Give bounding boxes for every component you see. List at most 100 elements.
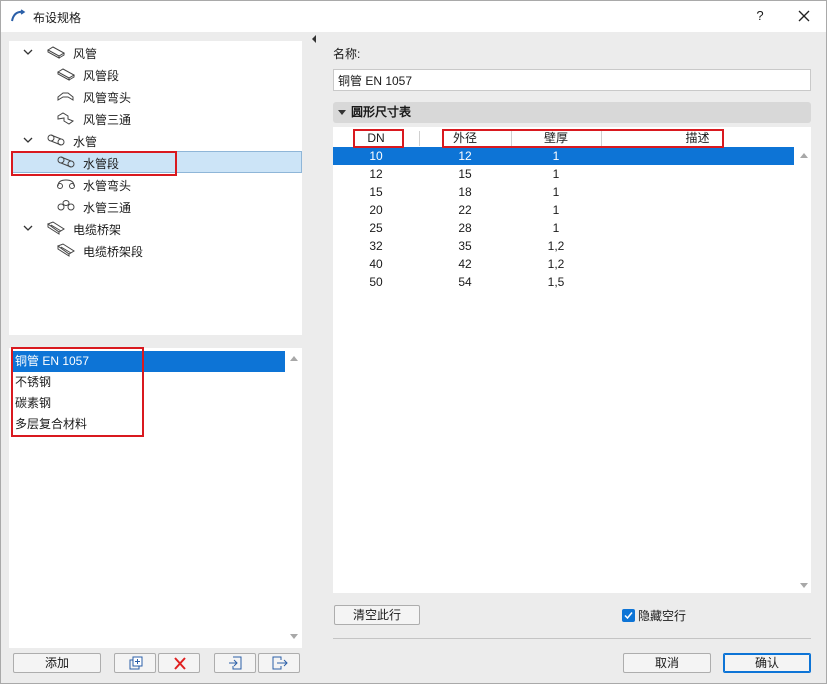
cell-dn: 25 <box>369 221 383 235</box>
table-row[interactable]: 15 18 1 <box>333 183 794 201</box>
tree-item-duct-elbow[interactable]: 风管弯头 <box>9 85 302 107</box>
name-label: 名称: <box>333 47 361 61</box>
tree-item-label: 风管三通 <box>83 113 132 127</box>
duct-elbow-icon <box>57 92 74 101</box>
cell-wall-thickness: 1,5 <box>547 275 565 289</box>
table-row[interactable]: 25 28 1 <box>333 219 794 237</box>
cable-tray-icon <box>46 221 65 235</box>
cancel-button[interactable]: 取消 <box>623 653 711 673</box>
table-row[interactable]: 40 42 1,2 <box>333 255 794 273</box>
duplicate-icon <box>129 656 143 670</box>
close-icon[interactable] <box>793 6 815 26</box>
tree-item-pipe-elbow[interactable]: 水管弯头 <box>9 173 302 195</box>
title-bar: 布设规格 ? <box>1 1 826 32</box>
scroll-up-icon[interactable] <box>799 151 809 159</box>
round-size-table-header[interactable]: 圆形尺寸表 <box>333 102 811 123</box>
add-button[interactable]: 添加 <box>13 653 101 673</box>
cell-wall-thickness: 1 <box>552 221 560 235</box>
tree-group-duct[interactable]: 风管 <box>9 41 302 63</box>
clear-row-button[interactable]: 清空此行 <box>334 605 420 625</box>
table-row-selected[interactable]: 10 12 1 <box>333 147 794 165</box>
collapse-left-icon[interactable] <box>310 34 318 44</box>
tree-item-label: 电缆桥架段 <box>83 245 144 259</box>
material-item[interactable]: 不锈钢 <box>12 372 285 393</box>
tree-item-duct-segment[interactable]: 风管段 <box>9 63 302 85</box>
cell-wall-thickness: 1 <box>552 185 560 199</box>
cell-dn: 32 <box>369 239 383 253</box>
duct-segment-icon <box>56 68 76 81</box>
caret-down-icon[interactable] <box>338 110 346 115</box>
column-header-dn[interactable]: DN <box>333 130 419 147</box>
chevron-down-icon[interactable] <box>22 222 34 234</box>
pipe-tee-icon <box>57 200 75 211</box>
scroll-up-icon[interactable] <box>289 354 299 362</box>
cell-outer-diameter: 54 <box>458 275 472 289</box>
cell-dn: 50 <box>369 275 383 289</box>
window-title: 布设规格 <box>33 11 82 25</box>
material-item[interactable]: 碳素钢 <box>12 393 285 414</box>
cell-outer-diameter: 22 <box>458 203 472 217</box>
tree-item-duct-tee[interactable]: 风管三通 <box>9 107 302 129</box>
cell-dn: 10 <box>369 149 383 163</box>
table-row[interactable]: 20 22 1 <box>333 201 794 219</box>
tree-item-label: 风管段 <box>83 69 120 83</box>
duplicate-button[interactable] <box>114 653 156 673</box>
column-header-description[interactable]: 描述 <box>601 130 794 147</box>
cell-outer-diameter: 18 <box>458 185 472 199</box>
export-icon <box>272 656 288 670</box>
cell-outer-diameter: 28 <box>458 221 472 235</box>
cable-tray-segment-icon <box>56 243 75 257</box>
delete-button[interactable] <box>158 653 200 673</box>
tree-item-label: 水管三通 <box>83 201 132 215</box>
divider <box>333 638 811 639</box>
material-item-selected[interactable]: 铜管 EN 1057 <box>12 351 285 372</box>
tree-group-label: 电缆桥架 <box>73 223 122 237</box>
material-item[interactable]: 多层复合材料 <box>12 414 285 435</box>
cell-wall-thickness: 1,2 <box>547 257 565 271</box>
table-row[interactable]: 50 54 1,5 <box>333 273 794 291</box>
help-button[interactable]: ? <box>749 6 771 26</box>
tree-group-label: 水管 <box>73 135 98 149</box>
cell-outer-diameter: 15 <box>458 167 472 181</box>
delete-icon <box>174 657 186 670</box>
pipe-segment-icon <box>57 156 75 168</box>
scroll-down-icon[interactable] <box>799 582 809 590</box>
cell-outer-diameter: 12 <box>458 149 472 163</box>
export-button[interactable] <box>258 653 300 673</box>
table-row[interactable]: 12 15 1 <box>333 165 794 183</box>
category-tree: 风管 风管段 风管弯头 风管三通 水管 水管段 水管弯头 水管三通 电缆桥架 电… <box>9 41 302 335</box>
hide-empty-rows-toggle[interactable]: 隐藏空行 <box>622 607 686 624</box>
checkbox-checked-icon[interactable] <box>622 609 635 622</box>
cell-dn: 40 <box>369 257 383 271</box>
tree-group-cable-tray[interactable]: 电缆桥架 <box>9 217 302 239</box>
tree-item-cable-tray-segment[interactable]: 电缆桥架段 <box>9 239 302 261</box>
tree-item-label: 水管段 <box>83 157 120 171</box>
column-header-outer-diameter[interactable]: 外径 <box>419 130 511 147</box>
material-list: 铜管 EN 1057 不锈钢 碳素钢 多层复合材料 <box>9 348 302 648</box>
hide-empty-rows-label: 隐藏空行 <box>638 609 687 623</box>
section-title: 圆形尺寸表 <box>351 105 412 119</box>
import-icon <box>229 656 242 670</box>
duct-icon <box>46 46 66 59</box>
pipe-icon <box>47 134 65 146</box>
scroll-down-icon[interactable] <box>289 633 299 641</box>
ok-button[interactable]: 确认 <box>723 653 811 673</box>
layout-spec-dialog: 布设规格 ? 风管 风管段 风管弯头 风管三通 水管 水管段 水管弯头 水管三通… <box>0 0 827 684</box>
tree-group-label: 风管 <box>73 47 98 61</box>
tree-group-pipe[interactable]: 水管 <box>9 129 302 151</box>
import-button[interactable] <box>214 653 256 673</box>
cell-dn: 12 <box>369 167 383 181</box>
tree-item-pipe-segment[interactable]: 水管段 <box>9 151 302 173</box>
tree-item-pipe-tee[interactable]: 水管三通 <box>9 195 302 217</box>
cell-wall-thickness: 1 <box>552 149 560 163</box>
table-row[interactable]: 32 35 1,2 <box>333 237 794 255</box>
cell-wall-thickness: 1,2 <box>547 239 565 253</box>
cell-wall-thickness: 1 <box>552 203 560 217</box>
chevron-down-icon[interactable] <box>22 46 34 58</box>
chevron-down-icon[interactable] <box>22 134 34 146</box>
size-table: DN 外径 壁厚 描述 10 12 1 12 15 1 15 18 1 20 2… <box>333 127 811 593</box>
column-header-wall-thickness[interactable]: 壁厚 <box>511 130 601 147</box>
duct-tee-icon <box>57 112 75 125</box>
app-logo-icon <box>11 9 26 22</box>
name-input[interactable] <box>333 69 811 91</box>
